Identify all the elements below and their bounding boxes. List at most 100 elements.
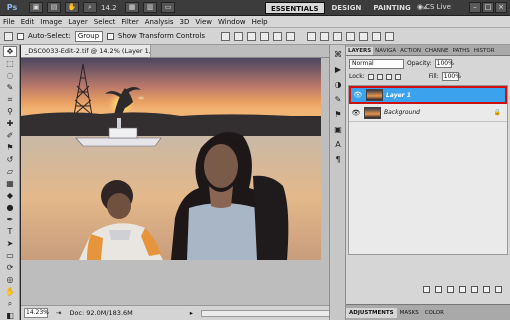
close-button[interactable]: × (495, 2, 507, 13)
3d-rotate-tool-icon[interactable]: ⟳ (3, 262, 17, 273)
menu-layer[interactable]: Layer (68, 18, 88, 26)
status-export-icon[interactable]: ⇥ (56, 309, 61, 317)
zoom-tool-icon[interactable]: ⌕ (3, 298, 17, 309)
view-extras-icon[interactable]: ▦ (125, 2, 139, 13)
gradient-tool-icon[interactable]: ▦ (3, 178, 17, 189)
menu-window[interactable]: Window (218, 18, 246, 26)
blend-mode-dropdown[interactable]: Normal (349, 58, 404, 69)
path-select-tool-icon[interactable]: ➤ (3, 238, 17, 249)
cs-live-button[interactable]: ◉ CS Live (417, 3, 451, 11)
move-tool-icon[interactable]: ✥ (3, 46, 17, 57)
auto-select-dropdown[interactable]: Group (74, 30, 103, 42)
mini-bridge-icon[interactable]: ▤ (47, 2, 61, 13)
tab-color[interactable]: COLOR (422, 308, 447, 318)
image-canvas[interactable] (21, 58, 321, 260)
distribute-bottom-icon[interactable] (332, 31, 342, 41)
visibility-eye-icon[interactable]: 👁 (351, 108, 361, 118)
hand-tool-icon[interactable]: ✋ (3, 286, 17, 297)
color-swatches-icon[interactable]: ◧ (3, 310, 17, 320)
menu-image[interactable]: Image (40, 18, 62, 26)
tab-navigator[interactable]: NAVIGA (373, 47, 398, 55)
align-left-icon[interactable] (259, 31, 269, 41)
tab-channels[interactable]: CHANNE (423, 47, 450, 55)
auto-align-icon[interactable] (384, 31, 394, 41)
bridge-icon[interactable]: ▣ (29, 2, 43, 13)
marquee-tool-icon[interactable]: ⬚ (3, 58, 17, 69)
tab-masks[interactable]: MASKS (397, 308, 422, 318)
layer-row-background[interactable]: 👁 Background 🔒 (349, 104, 507, 122)
menu-select[interactable]: Select (94, 18, 116, 26)
menu-analysis[interactable]: Analysis (145, 18, 174, 26)
document-tab[interactable]: _DSC0033-Edit-2.tif @ 14.2% (Layer 1, RG… (21, 45, 151, 57)
distribute-middle-icon[interactable] (319, 31, 329, 41)
screen-mode-icon[interactable]: ▭ (161, 2, 175, 13)
add-mask-icon[interactable] (447, 286, 454, 293)
align-right-icon[interactable] (285, 31, 295, 41)
layer-row-layer-1[interactable]: 👁 Layer 1 (349, 86, 507, 104)
blur-tool-icon[interactable]: ◆ (3, 190, 17, 201)
status-zoom-field[interactable]: 14.23% (24, 308, 49, 318)
move-tool-preset-icon[interactable] (4, 31, 13, 41)
menu-filter[interactable]: Filter (121, 18, 138, 26)
tab-actions[interactable]: ACTION (398, 47, 423, 55)
visibility-eye-icon[interactable]: 👁 (353, 90, 363, 100)
zoom-tool-icon[interactable]: ⌕ (83, 2, 97, 13)
new-group-icon[interactable] (471, 286, 478, 293)
shape-tool-icon[interactable]: ▭ (3, 250, 17, 261)
opacity-input[interactable]: 100% (434, 59, 454, 68)
eyedropper-tool-icon[interactable]: ⚲ (3, 106, 17, 117)
zoom-level[interactable]: 14.2 (101, 4, 121, 12)
quick-select-tool-icon[interactable]: ✎ (3, 82, 17, 93)
lasso-tool-icon[interactable]: ◌ (3, 70, 17, 81)
history-panel-icon[interactable]: ⌘ (331, 49, 345, 60)
tab-paths[interactable]: PATHS (451, 47, 472, 55)
lock-position-icon[interactable] (385, 73, 392, 80)
delete-layer-icon[interactable] (495, 286, 502, 293)
type-tool-icon[interactable]: T (3, 226, 17, 237)
adjustment-layer-icon[interactable] (459, 286, 466, 293)
tab-layers[interactable]: LAYERS (346, 47, 374, 55)
menu-file[interactable]: File (3, 18, 15, 26)
distribute-center-icon[interactable] (358, 31, 368, 41)
layer-style-icon[interactable] (435, 286, 442, 293)
align-center-icon[interactable] (272, 31, 282, 41)
lock-transparency-icon[interactable] (367, 73, 374, 80)
maximize-button[interactable]: □ (482, 2, 494, 13)
distribute-right-icon[interactable] (371, 31, 381, 41)
actions-panel-icon[interactable]: ▶ (331, 64, 345, 75)
clone-stamp-tool-icon[interactable]: ⚑ (3, 142, 17, 153)
link-layers-icon[interactable] (423, 286, 430, 293)
paragraph-panel-icon[interactable]: ¶ (331, 154, 345, 165)
workspace-painting-button[interactable]: PAINTING (368, 2, 415, 14)
tab-adjustments[interactable]: ADJUSTMENTS (346, 307, 397, 318)
auto-select-checkbox[interactable] (17, 32, 24, 40)
tab-history[interactable]: HISTOR (472, 47, 497, 55)
lock-image-icon[interactable] (376, 73, 383, 80)
fill-input[interactable]: 100% (441, 72, 461, 81)
align-middle-icon[interactable] (233, 31, 243, 41)
clone-source-panel-icon[interactable]: ⚑ (331, 109, 345, 120)
menu-edit[interactable]: Edit (21, 18, 35, 26)
crop-tool-icon[interactable]: ⌗ (3, 94, 17, 105)
workspace-design-button[interactable]: DESIGN (327, 2, 367, 14)
history-brush-tool-icon[interactable]: ↺ (3, 154, 17, 165)
swatches-panel-icon[interactable]: ◑ (331, 79, 345, 90)
pen-tool-icon[interactable]: ✒ (3, 214, 17, 225)
minimize-button[interactable]: – (469, 2, 481, 13)
menu-3d[interactable]: 3D (180, 18, 190, 26)
horizontal-scrollbar[interactable] (201, 309, 341, 317)
eraser-tool-icon[interactable]: ▱ (3, 166, 17, 177)
hand-tool-icon[interactable]: ✋ (65, 2, 79, 13)
brush-tool-icon[interactable]: ✐ (3, 130, 17, 141)
workspace-essentials-button[interactable]: ESSENTIALS (265, 2, 325, 14)
new-layer-icon[interactable] (483, 286, 490, 293)
dodge-tool-icon[interactable]: ● (3, 202, 17, 213)
show-transform-checkbox[interactable] (106, 32, 114, 40)
align-top-icon[interactable] (220, 31, 230, 41)
distribute-left-icon[interactable] (345, 31, 355, 41)
menu-help[interactable]: Help (252, 18, 268, 26)
healing-brush-tool-icon[interactable]: ✚ (3, 118, 17, 129)
3d-orbit-tool-icon[interactable]: ◎ (3, 274, 17, 285)
distribute-top-icon[interactable] (306, 31, 316, 41)
lock-all-icon[interactable] (394, 73, 401, 80)
